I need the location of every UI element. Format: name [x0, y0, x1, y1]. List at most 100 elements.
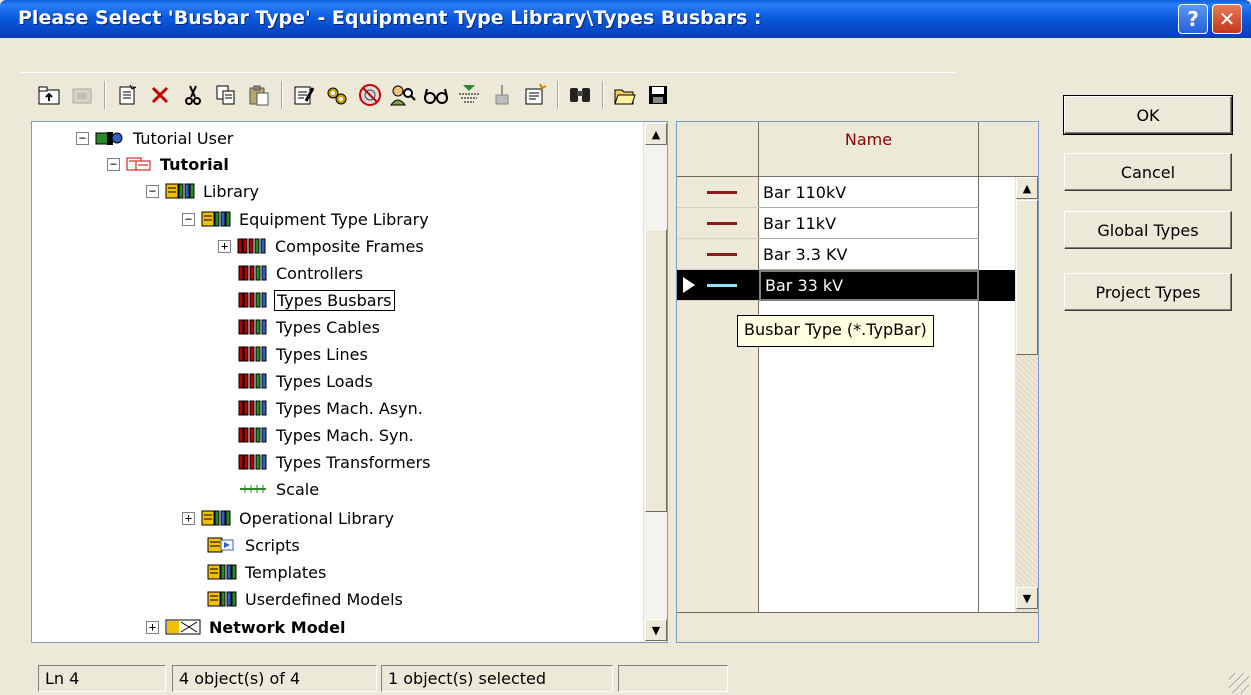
scrollbar-thumb[interactable]	[645, 229, 667, 512]
status-line-number: Ln 4	[38, 665, 166, 692]
tooltip: Busbar Type (*.TypBar)	[737, 315, 934, 347]
paste-icon[interactable]	[246, 82, 272, 108]
tree-node-tutorial-user[interactable]: − Tutorial User	[76, 126, 235, 150]
scroll-down-arrow-icon[interactable]: ▼	[645, 619, 667, 641]
tree-node-network-model[interactable]: + Network Model	[146, 615, 347, 639]
table-row-selected[interactable]: Bar 33 kV	[759, 270, 979, 301]
scroll-up-arrow-icon[interactable]: ▲	[1016, 177, 1038, 199]
binoculars-icon[interactable]	[567, 82, 593, 108]
tree-node-tutorial[interactable]: − Tutorial	[107, 152, 231, 176]
project-types-button[interactable]: Project Types	[1064, 273, 1232, 311]
filter-icon[interactable]	[456, 82, 482, 108]
tree-node-types-busbars[interactable]: Types Busbars	[238, 288, 395, 312]
column-header-name[interactable]: Name	[759, 122, 979, 177]
network-model-icon	[165, 618, 201, 636]
type-folder-icon	[237, 237, 267, 255]
tree-node-equipment-type-library[interactable]: − Equipment Type Library	[182, 207, 431, 231]
extra-column	[979, 177, 1015, 612]
expand-toggle[interactable]: +	[218, 239, 231, 253]
tree-node-scale[interactable]: Scale	[238, 477, 321, 501]
row-header-corner	[677, 122, 759, 177]
status-bar: Ln 4 4 object(s) of 4 1 object(s) select…	[0, 660, 1251, 695]
tree-node-scripts[interactable]: Scripts	[207, 533, 302, 557]
sort-icon[interactable]	[489, 82, 515, 108]
type-folder-icon	[238, 345, 268, 363]
glasses-icon[interactable]	[423, 82, 449, 108]
settings-gears-icon[interactable]	[324, 82, 350, 108]
column-header-empty	[979, 122, 1038, 177]
busbar-symbol-icon[interactable]	[677, 239, 759, 270]
table-row[interactable]: Bar 11kV	[759, 208, 979, 239]
tree-scrollbar[interactable]: ▲ ▼	[643, 122, 667, 642]
folder-up-icon[interactable]	[36, 82, 62, 108]
type-folder-icon	[238, 318, 268, 336]
collapse-toggle[interactable]: −	[146, 184, 159, 198]
table-footer	[677, 612, 1038, 642]
toolbar	[36, 78, 946, 112]
tree-node-label: Types Transformers	[276, 452, 431, 472]
close-button[interactable]: ✕	[1212, 4, 1242, 34]
library-icon	[165, 182, 195, 200]
tree-node-label: Controllers	[276, 263, 364, 283]
table-row[interactable]: Bar 110kV	[759, 177, 979, 208]
tree-node-operational-library[interactable]: + Operational Library	[182, 506, 396, 530]
cut-icon[interactable]	[180, 82, 206, 108]
help-button[interactable]: ?	[1178, 4, 1208, 34]
find-user-icon[interactable]	[390, 82, 416, 108]
toolbar-divider	[20, 72, 955, 73]
busbar-symbol-icon[interactable]	[677, 208, 759, 239]
tree-node-types-mach-syn[interactable]: Types Mach. Syn.	[238, 423, 416, 447]
copy-icon[interactable]	[213, 82, 239, 108]
tree-node-types-lines[interactable]: Types Lines	[238, 342, 370, 366]
global-types-button[interactable]: Global Types	[1064, 211, 1232, 249]
scroll-up-arrow-icon[interactable]: ▲	[645, 123, 667, 145]
tree-node-library[interactable]: − Library	[146, 179, 261, 203]
disabled-circle-icon[interactable]	[357, 82, 383, 108]
type-folder-icon	[238, 453, 268, 471]
table-row[interactable]: Bar 3.3 KV	[759, 239, 979, 270]
title-bar[interactable]: Please Select 'Busbar Type' - Equipment …	[0, 0, 1251, 38]
new-object-icon[interactable]	[114, 82, 140, 108]
busbar-symbol-icon[interactable]	[677, 177, 759, 208]
tree-node-types-transformers[interactable]: Types Transformers	[238, 450, 433, 474]
scrollbar-thumb[interactable]	[1016, 200, 1038, 355]
ok-button[interactable]: OK	[1063, 95, 1233, 135]
tree-node-label: Types Mach. Asyn.	[276, 398, 423, 418]
collapse-toggle[interactable]: −	[76, 131, 89, 145]
scripts-icon	[207, 536, 237, 554]
library-icon	[201, 210, 231, 228]
expand-toggle[interactable]: +	[182, 511, 195, 525]
selected-row-extra-cell[interactable]	[979, 270, 1015, 301]
save-disk-icon[interactable]	[645, 82, 671, 108]
tree-node-label: Types Loads	[276, 371, 373, 391]
type-folder-icon	[238, 291, 268, 309]
tree-node-userdefined-models[interactable]: Userdefined Models	[207, 587, 405, 611]
tree-node-types-loads[interactable]: Types Loads	[238, 369, 375, 393]
delete-icon[interactable]	[147, 82, 173, 108]
scroll-down-arrow-icon[interactable]: ▼	[1016, 587, 1038, 609]
collapse-toggle[interactable]: −	[182, 212, 195, 226]
tree-view[interactable]: − Tutorial User − Tutorial − Library − E…	[31, 121, 668, 643]
collapse-toggle[interactable]: −	[107, 157, 120, 171]
window-title: Please Select 'Busbar Type' - Equipment …	[18, 7, 762, 29]
toolbar-separator	[281, 81, 283, 109]
new-window-icon[interactable]	[522, 82, 548, 108]
expand-toggle[interactable]: +	[146, 620, 159, 634]
tree-node-label: Composite Frames	[275, 236, 424, 256]
type-folder-icon	[238, 372, 268, 390]
open-folder-icon[interactable]	[612, 82, 638, 108]
cancel-button[interactable]: Cancel	[1064, 153, 1232, 191]
library-icon	[201, 509, 231, 527]
tree-node-templates[interactable]: Templates	[207, 560, 328, 584]
tree-node-types-cables[interactable]: Types Cables	[238, 315, 382, 339]
busbar-symbol-icon[interactable]	[677, 270, 759, 301]
resize-grip-icon[interactable]	[1229, 673, 1249, 693]
type-folder-icon	[238, 426, 268, 444]
tree-node-types-mach-asyn[interactable]: Types Mach. Asyn.	[238, 396, 425, 420]
tree-node-composite-frames[interactable]: + Composite Frames	[218, 234, 426, 258]
tree-node-controllers[interactable]: Controllers	[238, 261, 365, 285]
edit-icon[interactable]	[291, 82, 317, 108]
object-table[interactable]: Name Bar 110kV Bar 11kV Bar 3.3 KV Bar 3…	[676, 121, 1039, 643]
user-folder-icon	[95, 130, 125, 146]
table-scrollbar[interactable]: ▲ ▼	[1015, 177, 1038, 612]
